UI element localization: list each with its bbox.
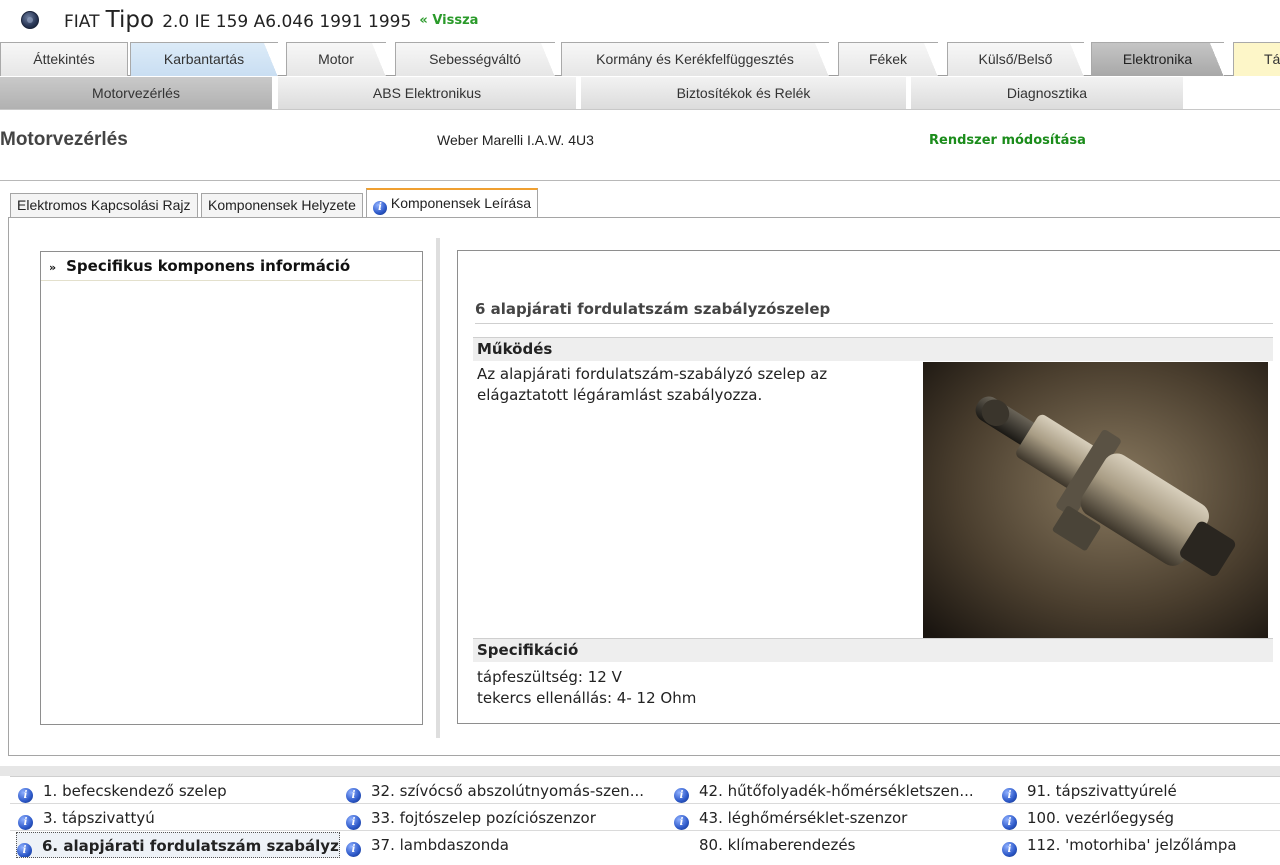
list-item[interactable]: i 1. befecskendező szelep xyxy=(18,778,340,804)
tab-engine[interactable]: Motor xyxy=(286,42,386,77)
specification-heading: Specifikáció xyxy=(473,638,1273,662)
tab-label: Karbantartás xyxy=(163,51,245,67)
info-icon: i xyxy=(346,842,361,857)
tab-gearbox[interactable]: Sebességváltó xyxy=(395,42,555,77)
page-title: Motorvezérlés xyxy=(0,129,128,150)
list-item-label: 91. tápszivattyúrelé xyxy=(1027,782,1177,800)
list-item[interactable]: i 42. hűtőfolyadék-hőmérsékletszen... xyxy=(674,778,996,804)
list-item-selected[interactable]: i 6. alapjárati fordulatszám szabályz... xyxy=(16,832,340,858)
list-item-label: 42. hűtőfolyadék-hőmérsékletszen... xyxy=(699,782,974,800)
list-item[interactable]: i 91. tápszivattyúrelé xyxy=(1002,778,1280,804)
vehicle-model: Tipo xyxy=(105,7,155,33)
tab-label: Elektronika xyxy=(1122,51,1193,67)
list-item[interactable]: i 112. 'motorhiba' jelzőlámpa xyxy=(1002,832,1280,858)
list-item-label: 112. 'motorhiba' jelzőlámpa xyxy=(1027,836,1237,854)
info-icon: i xyxy=(674,815,689,830)
tab-label: Áttekintés xyxy=(33,51,95,67)
tab-label: Komponensek Helyzete xyxy=(208,197,356,213)
vehicle-make: FIAT xyxy=(64,12,100,32)
tab-label: Elektromos Kapcsolási Rajz xyxy=(17,197,191,213)
modify-system-link[interactable]: Rendszer módosítása xyxy=(929,133,1086,148)
tab-brakes[interactable]: Fékek xyxy=(838,42,938,77)
subtab-fuses-relays[interactable]: Biztosítékok és Relék xyxy=(581,77,906,109)
component-photo xyxy=(923,362,1268,638)
info-icon: i xyxy=(18,788,33,803)
component-panel: » Specifikus komponens információ 6 alapj… xyxy=(8,217,1280,756)
specific-info-header[interactable]: » Specifikus komponens információ xyxy=(41,252,422,281)
system-name: Weber Marelli I.A.W. 4U3 xyxy=(437,132,594,148)
tab-label: Fékek xyxy=(868,51,908,67)
component-title: 6 alapjárati fordulatszám szabályzószele… xyxy=(475,300,1273,324)
app-header: FIAT Tipo 2.0 IE 159 A6.046 1991 1995 « … xyxy=(0,0,1280,42)
tab-component-location[interactable]: Komponensek Helyzete xyxy=(201,193,363,217)
operation-text: Az alapjárati fordulatszám-szabályzó sze… xyxy=(477,365,828,404)
tab-label: Kormány és Kerékfelfüggesztés xyxy=(596,51,794,67)
list-item-label: 43. léghőmérséklet-szenzor xyxy=(699,809,908,827)
info-icon: i xyxy=(373,201,387,215)
tab-electronics[interactable]: Elektronika xyxy=(1091,42,1224,77)
info-icon: i xyxy=(674,788,689,803)
tab-label: Külső/Belső xyxy=(978,51,1053,67)
info-icon: i xyxy=(346,815,361,830)
specification-list: tápfeszültség: 12 V tekercs ellenállás: … xyxy=(477,667,696,709)
list-item-label: 80. klímaberendezés xyxy=(699,836,856,854)
list-item[interactable]: 80. klímaberendezés xyxy=(674,832,996,858)
specific-info-panel: » Specifikus komponens információ xyxy=(40,251,423,725)
component-list: i 1. befecskendező szelep i 3. tápszivatty… xyxy=(10,776,1280,865)
list-item-label: 100. vezérlőegység xyxy=(1027,809,1175,827)
tab-component-description[interactable]: i Komponensek Leírása xyxy=(366,188,538,218)
info-icon: i xyxy=(1002,842,1017,857)
tab-label: Sebességváltó xyxy=(429,51,521,67)
tab-more[interactable]: Tá xyxy=(1233,42,1280,76)
subtab-engine-control[interactable]: Motorvezérlés xyxy=(0,77,272,109)
list-item[interactable]: i 43. léghőmérséklet-szenzor xyxy=(674,805,996,831)
info-icon: i xyxy=(17,843,32,857)
tab-label: Motor xyxy=(318,51,354,67)
panel-splitter-horizontal[interactable] xyxy=(0,766,1280,776)
fiat-logo-icon xyxy=(21,11,39,29)
list-item-label: 37. lambdaszonda xyxy=(371,836,509,854)
info-icon: i xyxy=(1002,815,1017,830)
spec-coil-resistance: tekercs ellenállás: 4- 12 Ohm xyxy=(477,689,697,707)
vehicle-engine: 2.0 IE 159 A6.046 1991 1995 xyxy=(162,12,412,32)
info-icon: i xyxy=(18,815,33,830)
tab-label: Komponensek Leírása xyxy=(390,195,531,211)
tab-exterior-interior[interactable]: Külső/Belső xyxy=(947,42,1084,77)
tab-wiring-diagram[interactable]: Elektromos Kapcsolási Rajz xyxy=(10,193,198,217)
main-tabs: Áttekintés Karbantartás Motor Sebességvá… xyxy=(0,42,1280,77)
tab-steering-suspension[interactable]: Kormány és Kerékfelfüggesztés xyxy=(561,42,829,77)
vehicle-title: FIAT Tipo 2.0 IE 159 A6.046 1991 1995 « … xyxy=(64,7,478,33)
tab-maintenance[interactable]: Karbantartás xyxy=(130,42,278,77)
list-item-label: 33. fojtószelep pozíciószenzor xyxy=(371,809,596,827)
list-item[interactable]: i 32. szívócső abszolútnyomás-szen... xyxy=(346,778,668,804)
spec-supply-voltage: tápfeszültség: 12 V xyxy=(477,668,622,686)
list-item[interactable]: i 100. vezérlőegység xyxy=(1002,805,1280,831)
component-detail: 6 alapjárati fordulatszám szabályzószele… xyxy=(457,250,1280,724)
back-link[interactable]: « Vissza xyxy=(419,13,478,28)
info-icon: i xyxy=(346,788,361,803)
operation-heading: Működés xyxy=(473,337,1273,361)
subtab-diagnostics[interactable]: Diagnosztika xyxy=(911,77,1183,109)
list-item-label: 32. szívócső abszolútnyomás-szen... xyxy=(371,782,644,800)
panel-splitter[interactable] xyxy=(436,238,440,738)
double-chevron-right-icon: » xyxy=(49,261,57,274)
sub-tabs: Motorvezérlés ABS Elektronikus Biztosíté… xyxy=(0,76,1280,110)
tab-overview[interactable]: Áttekintés xyxy=(0,42,128,76)
list-item[interactable]: i 33. fojtószelep pozíciószenzor xyxy=(346,805,668,831)
list-item-label: 3. tápszivattyú xyxy=(43,809,155,827)
info-icon: i xyxy=(1002,788,1017,803)
specific-info-title: Specifikus komponens információ xyxy=(66,257,351,275)
section-header: Motorvezérlés Weber Marelli I.A.W. 4U3 R… xyxy=(0,111,1280,181)
list-item[interactable]: i 37. lambdaszonda xyxy=(346,832,668,858)
list-item[interactable]: i 3. tápszivattyú xyxy=(18,805,340,831)
tab-label: Tá xyxy=(1264,51,1280,67)
list-item-label: 1. befecskendező szelep xyxy=(43,782,227,800)
list-item-label: 6. alapjárati fordulatszám szabályz... xyxy=(42,837,340,855)
subtab-abs[interactable]: ABS Elektronikus xyxy=(278,77,576,109)
